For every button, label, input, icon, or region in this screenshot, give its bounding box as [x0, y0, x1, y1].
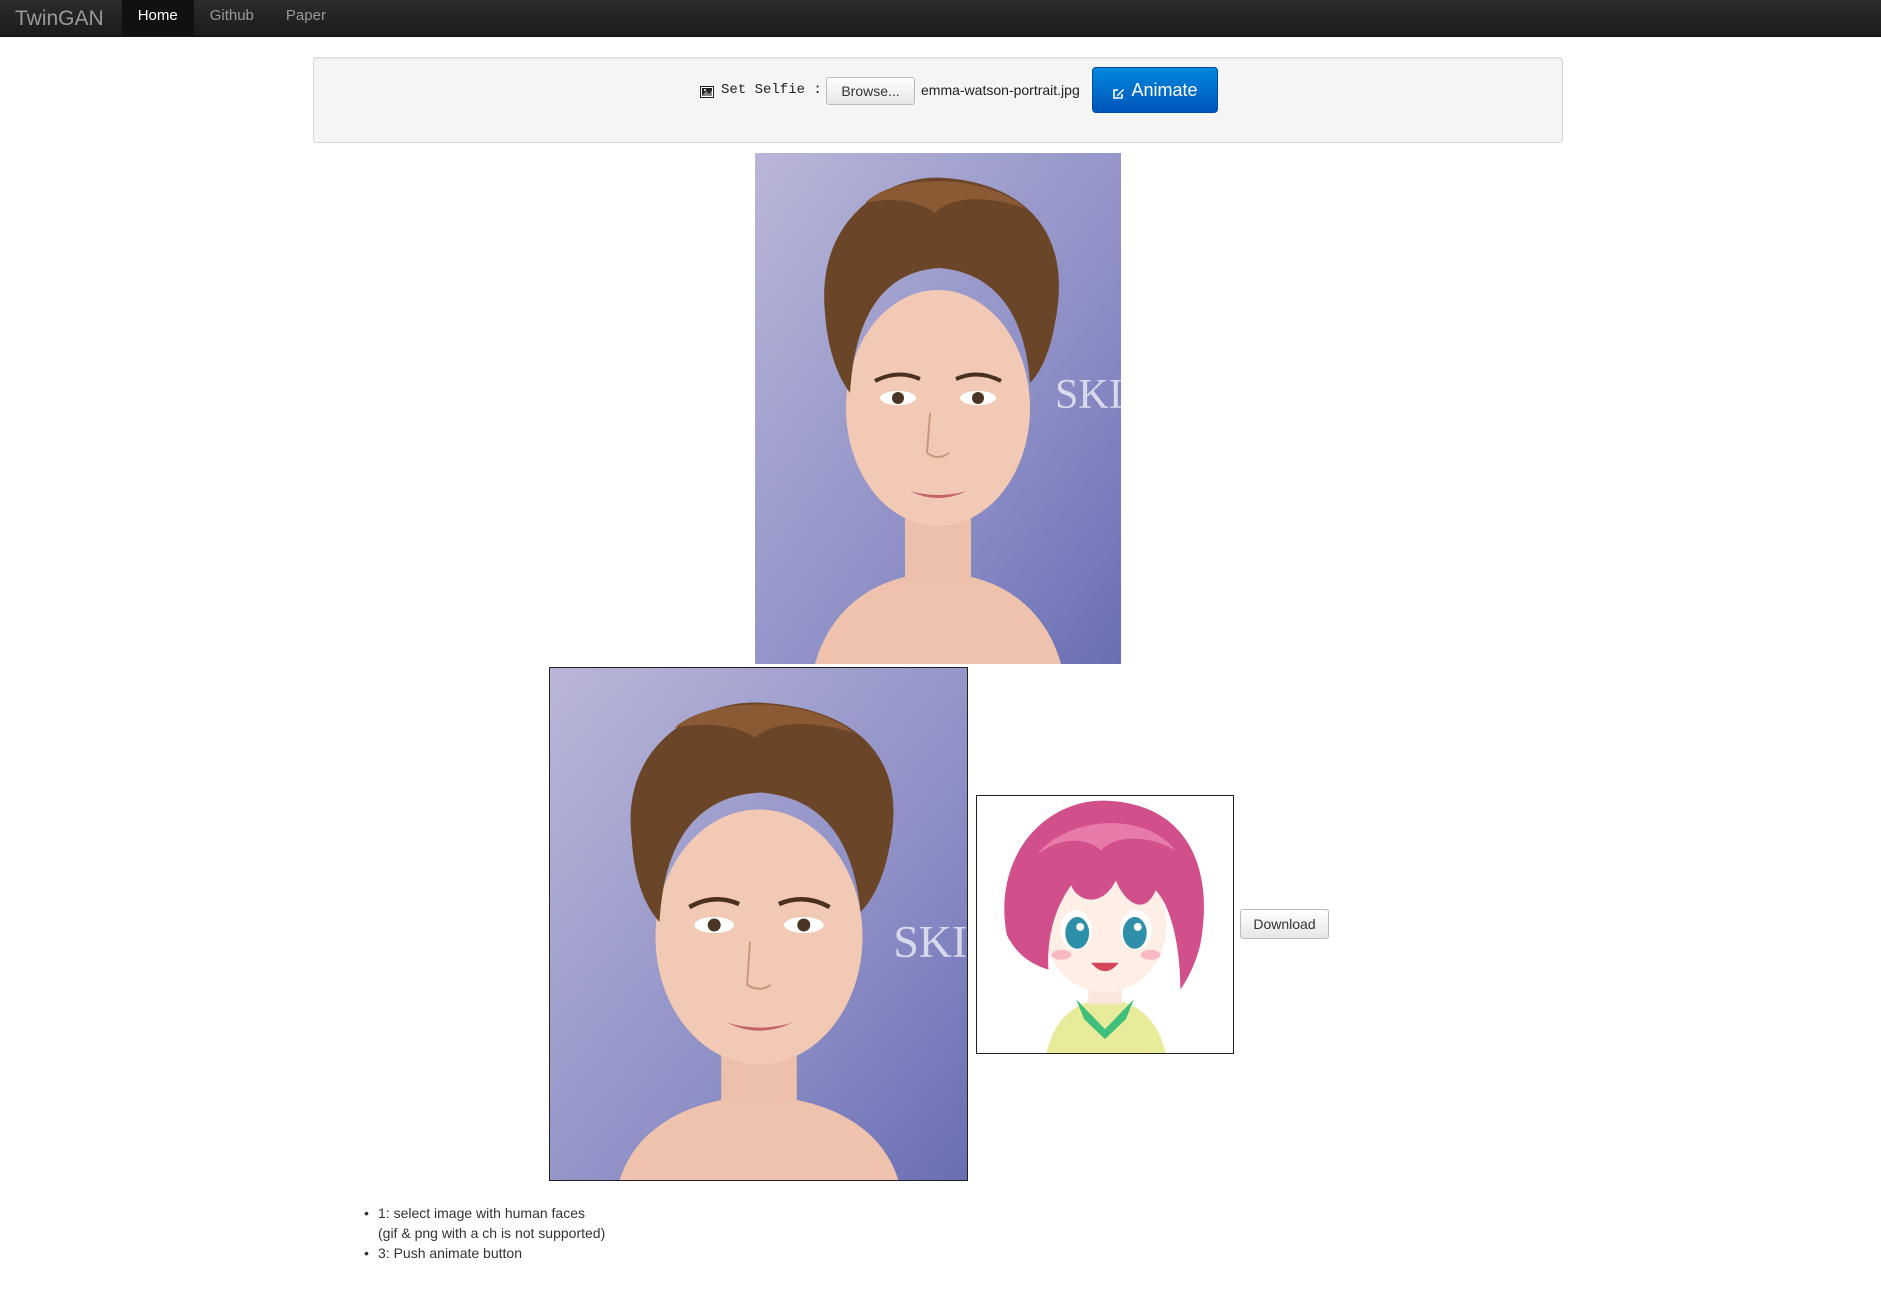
upload-panel: Set Selfie : Browse... emma-watson-portr…: [313, 57, 1563, 143]
brand-logo[interactable]: TwinGAN: [0, 0, 122, 37]
instruction-note: (gif & png with a ch is not supported): [378, 1225, 606, 1241]
picture-icon: [700, 85, 714, 98]
instruction-step-1: 1: select image with human faces: [364, 1203, 605, 1223]
anime-result-image: [976, 795, 1234, 1054]
animate-button[interactable]: Animate: [1092, 67, 1218, 113]
top-navbar: TwinGAN Home Github Paper: [0, 0, 1881, 37]
svg-text:SKI: SKI: [893, 916, 967, 967]
nav-item-paper[interactable]: Paper: [270, 0, 342, 37]
nav-item-home[interactable]: Home: [121, 0, 194, 37]
edit-icon: [1112, 84, 1125, 99]
nav-item-github[interactable]: Github: [194, 0, 270, 37]
cropped-face-image: SKI: [549, 667, 968, 1181]
animate-button-label: Animate: [1131, 79, 1198, 100]
instructions-list: 1: select image with human faces (gif & …: [364, 1203, 605, 1263]
browse-button[interactable]: Browse...: [826, 77, 915, 105]
svg-text:SKI: SKI: [1055, 372, 1121, 418]
uploaded-portrait-image: SKI: [755, 153, 1121, 664]
set-selfie-label: Set Selfie :: [721, 82, 822, 98]
download-button[interactable]: Download: [1240, 909, 1329, 939]
instruction-step-3: 3: Push animate button: [364, 1243, 605, 1263]
selected-file-name: emma-watson-portrait.jpg: [921, 82, 1080, 98]
